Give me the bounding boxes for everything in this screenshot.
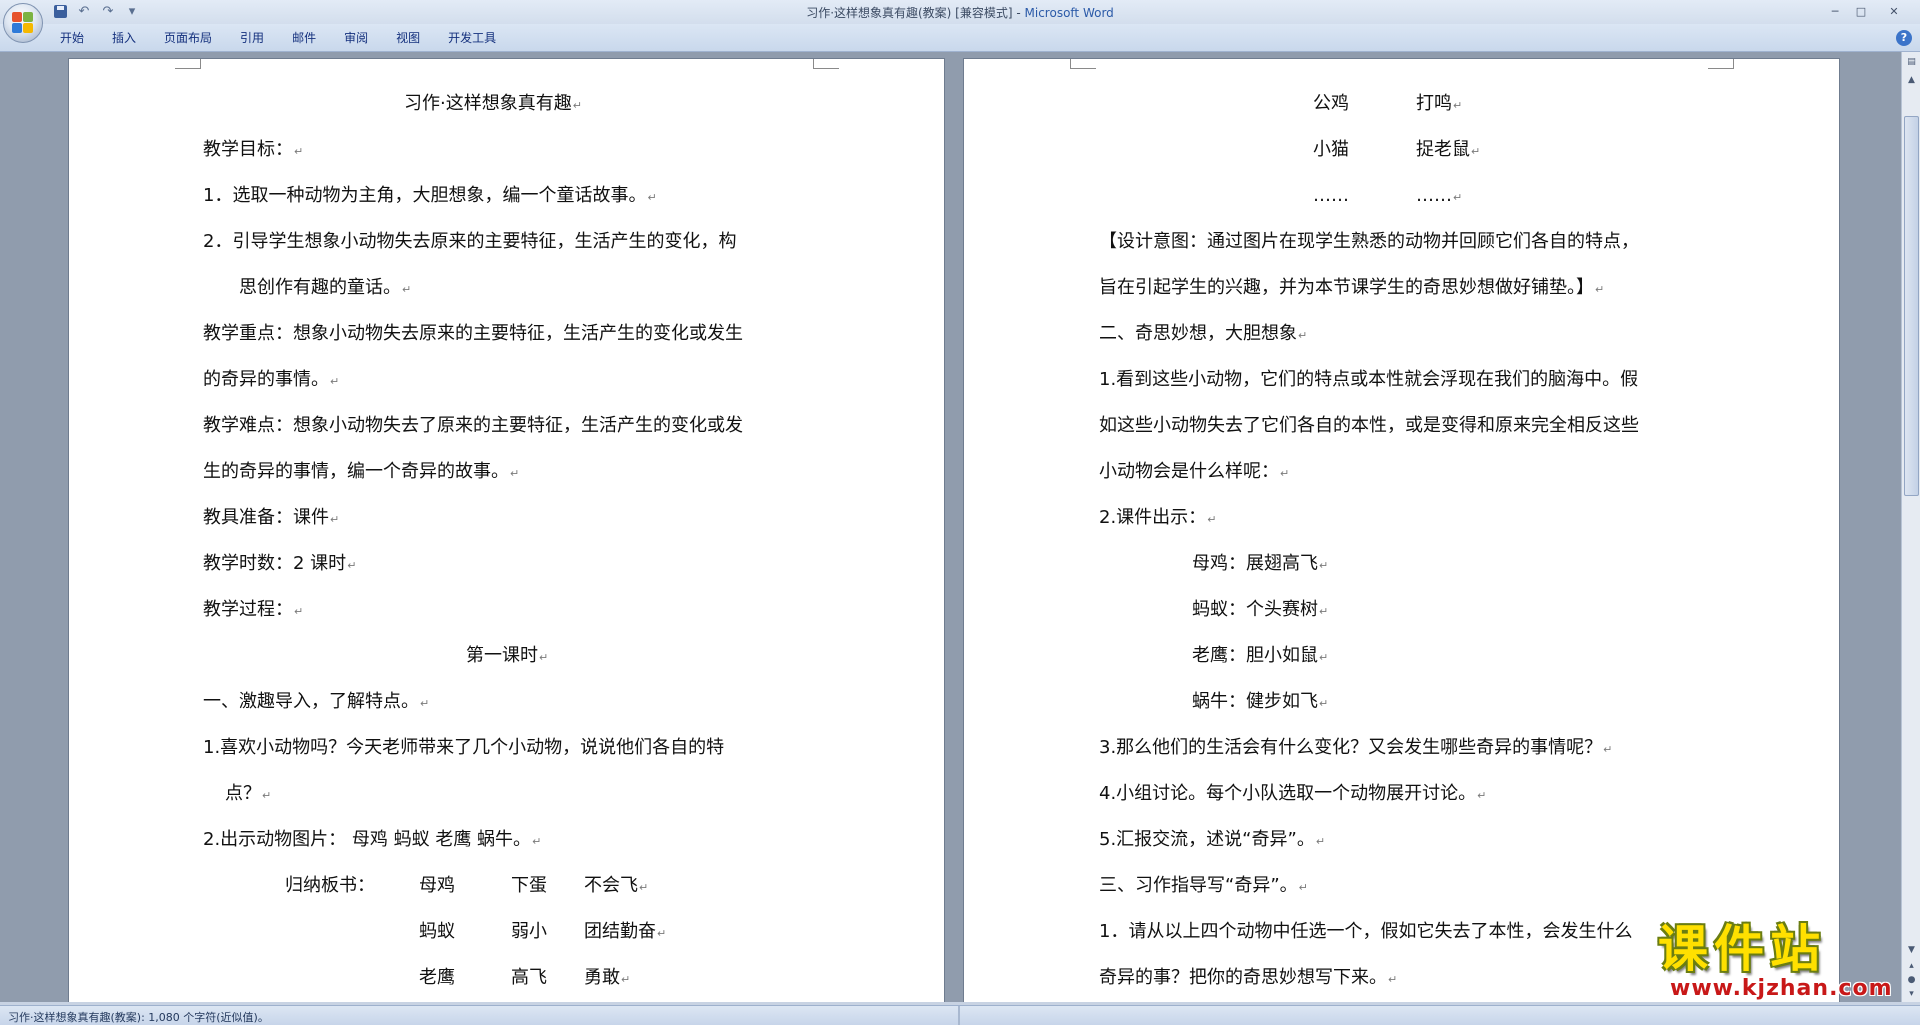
objective-2-line1: 2．引导学生想象小动物失去原来的主要特征，生活产生的变化，构: [203, 231, 737, 252]
board-trait: 高飞: [511, 967, 547, 988]
objective-2-line2: 思创作有趣的童话。: [239, 276, 411, 302]
item-4: 4.小组讨论。每个小队选取一个动物展开讨论。: [1099, 782, 1486, 808]
tab-developer[interactable]: 开发工具: [448, 29, 508, 46]
window-controls: ─ □ ✕: [1822, 2, 1914, 20]
board-trait: 捉老鼠: [1416, 138, 1480, 164]
objectives-heading: 教学目标：: [203, 138, 303, 164]
item-6-line1: 1．请从以上四个动物中任选一个，假如它失去了本性，会发生什么: [1099, 921, 1633, 942]
site-watermark: 课件站 www.kjzhan.com: [1658, 922, 1898, 1004]
ruler-toggle-icon[interactable]: ▤: [1903, 54, 1920, 70]
title-bar: ↶ ↷ ▾ 习作·这样想象真有趣(教案) [兼容模式] - Microsoft …: [0, 0, 1920, 24]
lesson-hours: 教学时数：2 课时: [203, 552, 356, 578]
board-extra: 勇敢: [584, 966, 630, 992]
office-button[interactable]: [3, 3, 43, 43]
slide-line: 蚂蚁：个头赛树: [1192, 598, 1328, 624]
close-button[interactable]: ✕: [1874, 2, 1914, 20]
item-1-line2: 点？: [225, 782, 271, 808]
maximize-button[interactable]: □: [1848, 2, 1874, 20]
slide-line: 母鸡：展翅高飞: [1192, 552, 1328, 578]
board-label: 归纳板书：: [285, 875, 375, 896]
scroll-thumb[interactable]: [1904, 116, 1919, 496]
design-intent-line2: 旨在引起学生的兴趣，并为本节课学生的奇思妙想做好铺垫。】: [1099, 276, 1604, 302]
slide-line: 老鹰：胆小如鼠: [1192, 644, 1328, 670]
watermark-url: www.kjzhan.com: [1670, 976, 1893, 1001]
next-page-icon[interactable]: ▾: [1903, 986, 1920, 1002]
item-1-line3: 小动物会是什么样呢：: [1099, 460, 1289, 486]
crop-mark: [813, 59, 839, 69]
left-page[interactable]: 习作·这样想象真有趣 教学目标： 1．选取一种动物为主角，大胆想象，编一个童话故…: [68, 58, 945, 1002]
item-5: 5.汇报交流，述说“奇异”。: [1099, 828, 1325, 854]
item-1-line1: 1.看到这些小动物，它们的特点或本性就会浮现在我们的脑海中。假: [1099, 369, 1639, 390]
board-extra: 团结勤奋: [584, 920, 666, 946]
board-trait: 弱小: [511, 921, 547, 942]
crop-mark: [1070, 59, 1096, 69]
tab-view[interactable]: 视图: [396, 29, 432, 46]
board-animal: 老鹰: [419, 967, 455, 988]
board-animal: ……: [1313, 185, 1349, 206]
status-word-count[interactable]: 习作·这样想象真有趣(教案): 1,080 个字符(近似值)。: [8, 1009, 269, 1025]
item-1-line2: 如这些小动物失去了它们各自的本性，或是变得和原来完全相反这些: [1099, 415, 1639, 436]
item-6-line2: 奇异的事？把你的奇思妙想写下来。: [1099, 966, 1397, 992]
tab-home[interactable]: 开始: [60, 29, 96, 46]
item-2: 2.出示动物图片： 母鸡 蚂蚁 老鹰 蜗牛。: [203, 828, 541, 854]
watermark-logo: 课件站: [1658, 919, 1826, 978]
scroll-down-icon[interactable]: ▼: [1903, 942, 1920, 958]
help-icon[interactable]: ?: [1896, 30, 1912, 46]
document-workspace: 习作·这样想象真有趣 教学目标： 1．选取一种动物为主角，大胆想象，编一个童话故…: [0, 52, 1901, 1002]
document-title: 习作·这样想象真有趣(教案) [兼容模式]: [806, 6, 1013, 20]
right-page[interactable]: 公鸡 打鸣 小猫 捉老鼠 …… …… 【设计意图：通过图片在现学生熟悉的动物并回…: [963, 58, 1840, 1002]
board-animal: 小猫: [1313, 139, 1349, 160]
section-1-heading: 一、激趣导入，了解特点。: [203, 690, 429, 716]
item-1-line1: 1.喜欢小动物吗？今天老师带来了几个小动物，说说他们各自的特: [203, 737, 725, 758]
key-point-line2: 的奇异的事情。: [203, 368, 339, 394]
section-2-heading: 二、奇思妙想，大胆想象: [1099, 322, 1307, 348]
window-title: 习作·这样想象真有趣(教案) [兼容模式] - Microsoft Word: [806, 6, 1114, 20]
board-animal: 公鸡: [1313, 93, 1349, 114]
doc-title: 习作·这样想象真有趣: [404, 92, 582, 118]
difficulty-line1: 教学难点：想象小动物失去了原来的主要特征，生活产生的变化或发: [203, 415, 743, 436]
vertical-scrollbar[interactable]: ▤ ▲ ▼ ▴ ● ▾: [1901, 52, 1920, 1002]
crop-mark: [1708, 59, 1734, 69]
board-animal: 蚂蚁: [419, 921, 455, 942]
board-trait: 打鸣: [1416, 92, 1462, 118]
materials: 教具准备：课件: [203, 506, 339, 532]
status-bar: 习作·这样想象真有趣(教案): 1,080 个字符(近似值)。: [0, 1005, 1920, 1025]
crop-mark: [175, 59, 201, 69]
app-name: Microsoft Word: [1024, 6, 1114, 20]
board-trait: 下蛋: [511, 875, 547, 896]
difficulty-line2: 生的奇异的事情，编一个奇异的故事。: [203, 460, 519, 486]
section-3-heading: 三、习作指导写“奇异”。: [1099, 874, 1308, 900]
minimize-button[interactable]: ─: [1822, 2, 1848, 20]
tab-insert[interactable]: 插入: [112, 29, 148, 46]
item-2: 2.课件出示：: [1099, 506, 1216, 532]
tab-references[interactable]: 引用: [240, 29, 276, 46]
item-3: 3.那么他们的生活会有什么变化？又会发生哪些奇异的事情呢？: [1099, 736, 1612, 762]
objective-1: 1．选取一种动物为主角，大胆想象，编一个童话故事。: [203, 184, 657, 210]
office-logo-icon: [12, 12, 34, 34]
scroll-up-icon[interactable]: ▲: [1903, 72, 1920, 88]
design-intent-line1: 【设计意图：通过图片在现学生熟悉的动物并回顾它们各自的特点，: [1099, 231, 1639, 252]
board-trait: ……: [1416, 184, 1462, 210]
key-point-line1: 教学重点：想象小动物失去原来的主要特征，生活产生的变化或发生: [203, 323, 743, 344]
slide-line: 蜗牛：健步如飞: [1192, 690, 1328, 716]
board-extra: 不会飞: [584, 874, 648, 900]
board-animal: 母鸡: [419, 875, 455, 896]
process-heading: 教学过程：: [203, 598, 303, 624]
tab-review[interactable]: 审阅: [344, 29, 380, 46]
status-divider: [958, 1006, 960, 1025]
tab-page-layout[interactable]: 页面布局: [164, 29, 224, 46]
tab-mailings[interactable]: 邮件: [292, 29, 328, 46]
ribbon-tab-bar: 开始 插入 页面布局 引用 邮件 审阅 视图 开发工具 ?: [0, 24, 1920, 52]
lesson-1-heading: 第一课时: [466, 644, 548, 670]
